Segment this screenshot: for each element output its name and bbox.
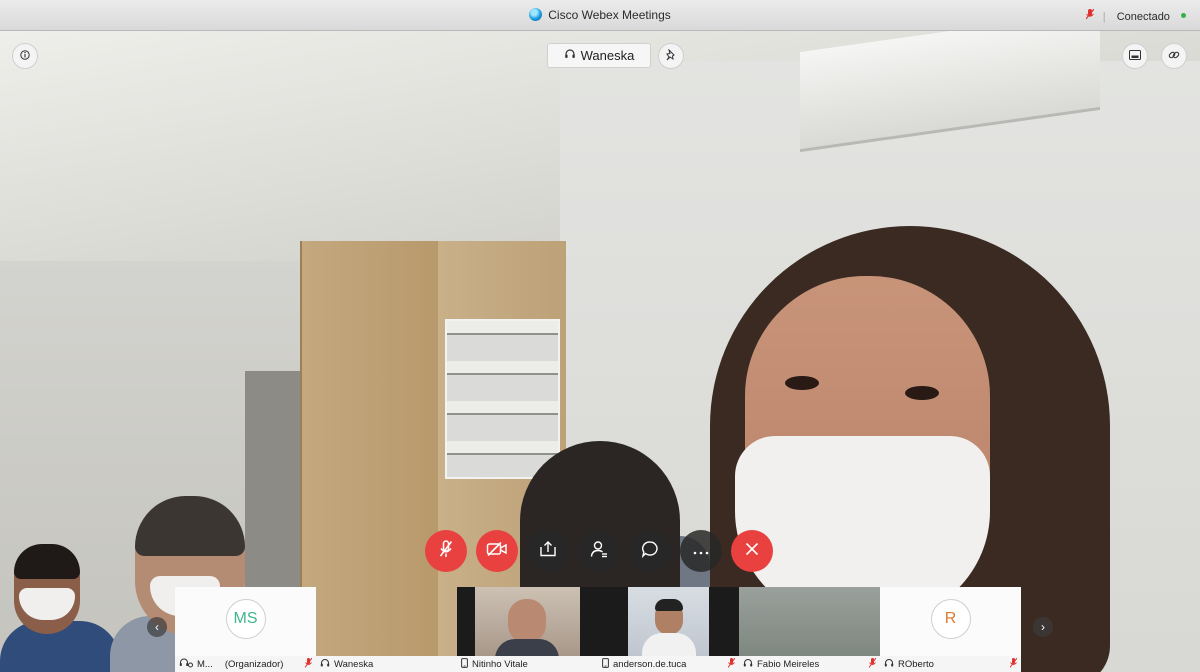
participants-button[interactable] xyxy=(578,530,620,572)
mic-muted-icon xyxy=(868,657,877,670)
active-speaker-name: Waneska xyxy=(580,48,635,63)
participant-caption: Nitinho Vitale xyxy=(457,656,598,672)
chat-button[interactable] xyxy=(629,530,671,572)
meeting-controls xyxy=(425,530,773,572)
connection-status: | Conectado xyxy=(1085,8,1186,23)
close-icon xyxy=(745,542,759,561)
lock-speaker-button[interactable] xyxy=(658,43,684,69)
participant-name: Waneska xyxy=(334,658,374,670)
participant-tile[interactable]: R ROberto xyxy=(880,587,1021,672)
participant-filmstrip: MS M... (Organizador) Waneska Nitinho Vi… xyxy=(175,587,1023,672)
headset-icon xyxy=(884,658,894,671)
webex-logo-icon xyxy=(529,8,543,21)
participant-caption: anderson.de.tuca xyxy=(598,656,739,672)
participant-video xyxy=(628,587,709,657)
window-title-text: Cisco Webex Meetings xyxy=(548,8,671,22)
participant-name: M... xyxy=(197,658,213,670)
participant-tile[interactable]: Fabio Meireles xyxy=(739,587,880,672)
video-off-icon xyxy=(486,541,508,562)
window-title: Cisco Webex Meetings xyxy=(0,8,1200,22)
mic-muted-icon xyxy=(1085,8,1097,23)
more-button[interactable] xyxy=(680,530,722,572)
more-icon xyxy=(693,542,709,560)
participant-video xyxy=(739,587,880,656)
participant-name: ROberto xyxy=(898,658,934,670)
participant-name: anderson.de.tuca xyxy=(613,658,687,670)
phone-icon xyxy=(461,657,468,671)
link-icon xyxy=(1168,49,1180,64)
participant-caption: M... (Organizador) xyxy=(175,656,316,672)
layout-button[interactable] xyxy=(1122,43,1148,69)
participant-role: (Organizador) xyxy=(224,658,284,670)
phone-icon xyxy=(602,657,609,671)
stop-video-button[interactable] xyxy=(476,530,518,572)
mic-muted-icon xyxy=(727,657,736,670)
headset-icon xyxy=(743,658,753,671)
mute-button[interactable] xyxy=(425,530,467,572)
status-divider: | xyxy=(1102,11,1106,23)
minimize-button[interactable] xyxy=(1161,43,1187,69)
info-icon xyxy=(20,49,30,63)
headset-icon xyxy=(320,658,330,671)
chevron-right-icon: › xyxy=(1041,620,1045,634)
participant-tile[interactable]: Nitinho Vitale xyxy=(457,587,598,672)
mic-muted-icon xyxy=(1009,657,1018,670)
leave-button[interactable] xyxy=(731,530,773,572)
filmstrip-next-button[interactable]: › xyxy=(1033,617,1053,637)
organizer-headset-icon xyxy=(179,657,193,671)
participant-tile[interactable]: anderson.de.tuca xyxy=(598,587,739,672)
participants-icon xyxy=(590,540,608,563)
mic-muted-icon xyxy=(304,657,313,670)
avatar: MS xyxy=(225,599,266,639)
layout-icon xyxy=(1129,49,1141,63)
participant-caption: ROberto xyxy=(880,656,1021,672)
filmstrip-prev-button[interactable]: ‹ xyxy=(147,617,167,637)
pin-icon xyxy=(665,47,677,64)
participant-name: Nitinho Vitale xyxy=(472,658,528,670)
participant-caption: Waneska xyxy=(316,656,457,672)
share-button[interactable] xyxy=(527,530,569,572)
participant-caption: Fabio Meireles xyxy=(739,656,880,672)
status-text: Conectado xyxy=(1116,11,1170,23)
active-speaker-label: Waneska xyxy=(547,43,651,68)
chevron-left-icon: ‹ xyxy=(155,620,159,634)
share-icon xyxy=(539,540,557,562)
avatar: R xyxy=(930,599,971,639)
title-bar: Cisco Webex Meetings | Conectado xyxy=(0,0,1200,31)
headset-icon xyxy=(564,48,576,63)
meeting-info-button[interactable] xyxy=(12,43,38,69)
participant-tile[interactable]: MS M... (Organizador) xyxy=(175,587,316,672)
chat-icon xyxy=(641,540,659,563)
active-speaker-video: Waneska ‹ › MS M... (Organizador) Wanesk… xyxy=(0,31,1200,672)
participant-tile[interactable]: Waneska xyxy=(316,587,457,672)
participant-name: Fabio Meireles xyxy=(757,658,820,670)
connected-indicator xyxy=(1181,13,1186,18)
mic-off-icon xyxy=(438,539,454,563)
participant-video xyxy=(475,587,580,659)
